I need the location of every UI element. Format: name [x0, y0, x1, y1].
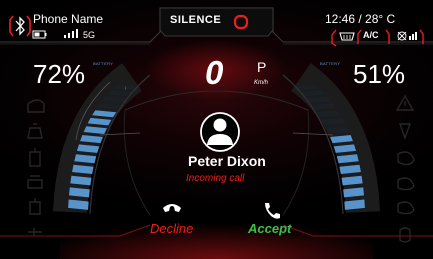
left-indicator-icons [27, 99, 45, 236]
time-temperature: 12:46 / 28° C [325, 12, 396, 26]
bluetooth-icon[interactable] [9, 15, 31, 37]
power-plug-icon [29, 198, 41, 215]
hazard-warning-icon [395, 94, 415, 111]
brand-name: SILENCE [170, 14, 222, 26]
speed-value: 0 [205, 54, 224, 91]
engine-warning-icon [27, 99, 45, 113]
battery-warning-icon [27, 175, 43, 189]
seatbelt-icon [27, 123, 43, 139]
speed-unit: Km/h [254, 80, 269, 86]
right-battery-label: BATTERY [320, 61, 341, 66]
high-beam-icon [397, 177, 415, 191]
fog-light-icon [397, 201, 415, 215]
call-status: Incoming call [186, 173, 245, 184]
right-battery-percent: 51% [353, 59, 406, 89]
person-icon [399, 123, 411, 141]
phone-battery-icon [32, 30, 47, 39]
dashboard-screen: | Phone Name 5G SILENCE 12:46 / 28° C A/… [0, 0, 433, 259]
caller-name: Peter Dixon [188, 153, 266, 169]
network-type: 5G [83, 30, 96, 40]
wrench-icon [28, 228, 42, 236]
left-battery-label: BATTERY [93, 61, 114, 66]
ac-button[interactable]: A/C [363, 30, 379, 40]
parking-light-icon [399, 227, 411, 243]
low-beam-icon [397, 151, 415, 166]
user-avatar-icon [200, 112, 240, 152]
accept-label[interactable]: Accept [248, 221, 291, 236]
charging-plug-icon [29, 148, 41, 167]
gear-indicator: P [257, 59, 267, 75]
phone-name: Phone Name [33, 12, 104, 26]
left-battery-percent: 72% [33, 59, 86, 89]
signal-icon [64, 29, 78, 38]
right-battery-segments [292, 84, 365, 210]
right-indicator-icons [395, 94, 415, 243]
left-battery-segments [68, 84, 141, 210]
left-gauge-full-mark: | [125, 85, 126, 90]
bottom-glow [60, 200, 373, 259]
decline-label[interactable]: Decline [150, 221, 193, 236]
